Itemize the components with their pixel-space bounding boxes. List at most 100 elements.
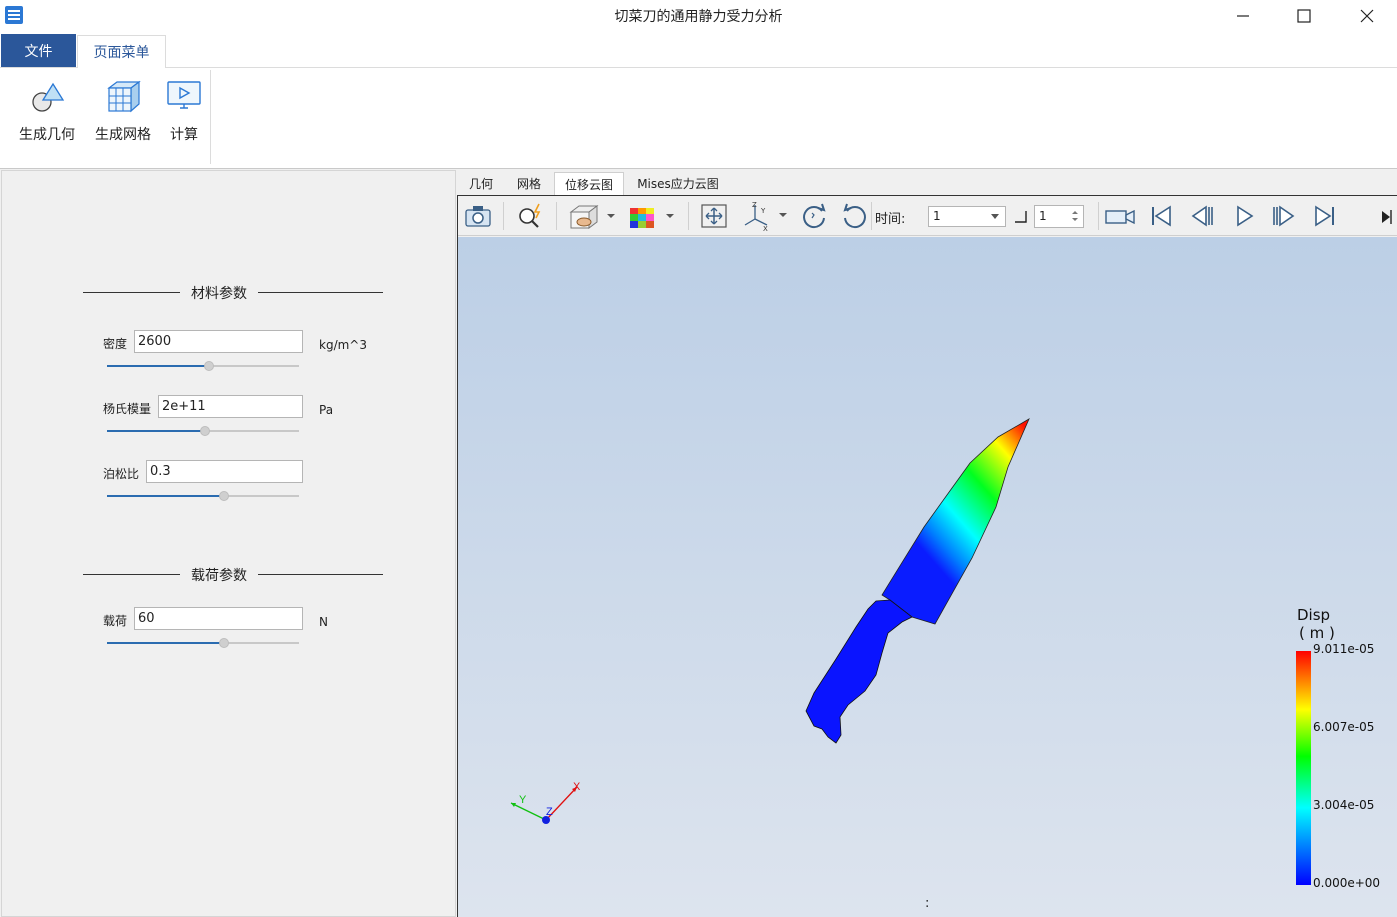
load-label: 载荷 [103,614,128,628]
rotate-clockwise-icon [803,203,826,229]
maximize-button[interactable] [1274,0,1334,32]
minimize-button[interactable] [1213,0,1273,32]
mesh-icon [107,80,141,113]
y-axis-label: Y [519,794,527,806]
toolbar-divider [688,202,689,230]
tab-geometry[interactable]: 几何 [460,172,502,195]
tab-mises-stress-contour[interactable]: Mises应力云图 [630,172,726,195]
previous-frame-button[interactable] [1186,200,1218,232]
youngs-modulus-label: 杨氏模量 [103,402,152,416]
divider [83,574,180,575]
color-map-icon [630,208,674,228]
play-button[interactable] [1228,200,1260,232]
zoom-icon [519,203,541,228]
close-icon [1360,9,1374,23]
density-input[interactable] [134,330,303,353]
step-forward-icon [1273,205,1295,227]
time-select[interactable]: 1 [928,206,1006,227]
load-input[interactable] [134,607,303,630]
compute-button[interactable]: 计算 [164,78,204,148]
youngs-modulus-slider-handle[interactable] [200,426,210,436]
geometry-icon [32,82,65,112]
legend-tick-max: 9.011e-05 [1313,642,1375,656]
density-slider-fill [107,365,209,367]
poisson-ratio-slider-handle[interactable] [219,491,229,501]
legend-title: Disp [1297,606,1331,624]
svg-text:Y: Y [760,207,766,215]
axis-view-dropdown[interactable]: ZY X [740,200,790,232]
rotate-counterclockwise-button[interactable] [839,200,871,232]
spin-arrows-icon [1072,211,1078,221]
close-button[interactable] [1337,0,1397,32]
time-select-value: 1 [933,209,941,223]
step-value: 1 [1039,209,1047,223]
toolbar-divider [871,202,872,230]
toolbar-overflow-button[interactable] [1380,207,1392,227]
divider [83,292,180,293]
load-unit: N [319,615,328,629]
zoom-button[interactable] [514,200,546,232]
first-frame-button[interactable] [1145,200,1177,232]
screenshot-button[interactable] [462,200,494,232]
skip-to-start-icon [1152,205,1171,227]
density-slider-handle[interactable] [204,361,214,371]
color-map-dropdown[interactable] [625,200,677,232]
skip-to-end-icon [1315,205,1334,227]
poisson-ratio-slider-fill [107,495,224,497]
knife-model[interactable] [800,415,1040,750]
step-icon [1015,211,1027,223]
poisson-ratio-label: 泊松比 [103,467,140,481]
maximize-icon [1297,9,1311,23]
poisson-ratio-input[interactable] [146,460,303,483]
tab-page-menu[interactable]: 页面菜单 [77,35,166,68]
chevron-down-icon [991,214,999,219]
generate-mesh-label: 生成网格 [95,127,151,143]
z-axis-label: Z [546,806,553,818]
camera-icon [465,206,491,227]
toolbar-divider [503,202,504,230]
generate-geometry-button[interactable]: 生成几何 [14,78,80,148]
rotate-clockwise-button[interactable] [798,200,830,232]
generate-mesh-button[interactable]: 生成网格 [90,78,156,148]
time-label: 时间: [875,212,906,227]
x-axis-label: X [573,781,581,793]
clip-plane-icon [569,205,615,229]
step-back-icon [1191,205,1213,227]
tab-mesh[interactable]: 网格 [508,172,550,195]
overflow-arrow-icon [1382,210,1392,224]
fit-view-button[interactable] [698,200,730,232]
legend-unit: ( m ) [1299,624,1335,642]
tab-file[interactable]: 文件 [1,34,76,67]
load-slider-handle[interactable] [219,638,229,648]
fit-view-icon [701,204,727,228]
load-section-title: 载荷参数 [191,568,247,584]
play-icon [1237,205,1254,227]
divider [258,574,383,575]
y-axis-line [510,802,547,821]
tab-displacement-contour[interactable]: 位移云图 [554,172,624,195]
legend-tick-high: 6.007e-05 [1313,720,1375,734]
last-frame-button[interactable] [1309,200,1341,232]
legend-tick-mid: 3.004e-05 [1313,798,1375,812]
compute-icon [167,81,201,109]
window-title: 切菜刀的通用静力受力分析 [614,9,783,25]
status-text: : [925,896,930,911]
compute-label: 计算 [170,127,198,143]
youngs-modulus-input[interactable] [158,395,303,418]
density-label: 密度 [103,337,128,351]
generate-geometry-label: 生成几何 [19,127,75,143]
axis-triad: X Y Z [510,781,581,824]
toolbar-divider [556,202,557,230]
density-unit: kg/m^3 [319,338,367,352]
step-spinbox[interactable]: 1 [1034,205,1084,228]
section-view-dropdown[interactable] [566,200,618,232]
ribbon-divider [210,70,211,164]
material-section-title: 材料参数 [191,286,247,302]
svg-text:Z: Z [752,201,757,209]
next-frame-button[interactable] [1268,200,1300,232]
youngs-modulus-unit: Pa [319,403,334,417]
record-video-button[interactable] [1104,200,1136,232]
legend-tick-min: 0.000e+00 [1313,876,1381,890]
color-scale-bar [1296,651,1311,885]
video-camera-icon [1105,209,1135,225]
